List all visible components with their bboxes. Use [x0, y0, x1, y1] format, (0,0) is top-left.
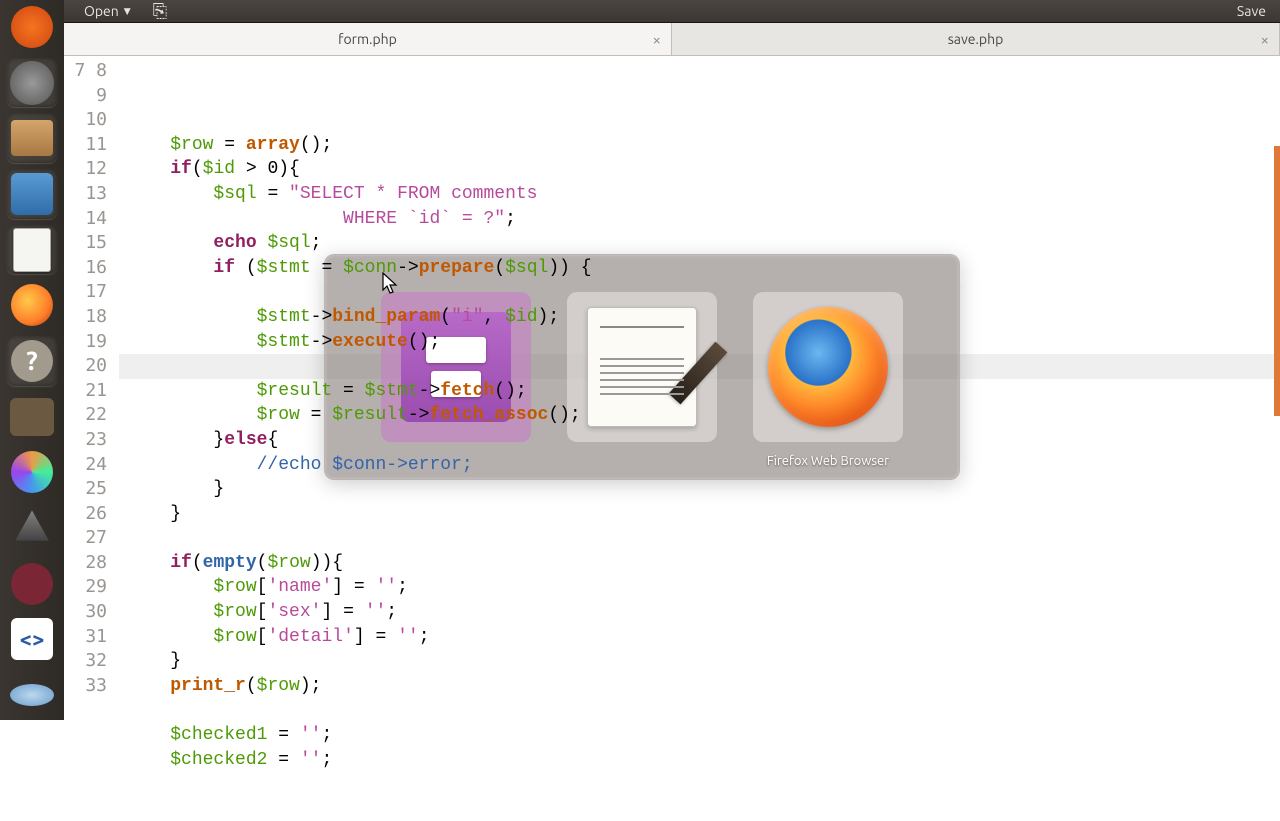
- color-icon: [11, 451, 53, 493]
- launcher-dolphin[interactable]: [7, 169, 57, 219]
- chevron-down-icon: ▼: [124, 6, 131, 17]
- launcher-inkscape[interactable]: [7, 503, 57, 553]
- dolphin-icon: [11, 173, 53, 215]
- launcher-gimp[interactable]: [7, 392, 57, 442]
- launcher-help[interactable]: ?: [7, 336, 57, 386]
- gimp-icon: [10, 398, 54, 436]
- inkscape-icon: [11, 507, 53, 549]
- ubuntu-icon: [11, 6, 53, 48]
- launcher-bluefish[interactable]: <>: [7, 615, 57, 665]
- close-icon[interactable]: ×: [1261, 31, 1269, 48]
- line-number-gutter: 7 8 9 10 11 12 13 14 15 16 17 18 19 20 2…: [64, 56, 119, 720]
- new-document-button[interactable]: ⎘: [153, 1, 167, 22]
- gear-icon: [10, 61, 54, 105]
- launcher-firefox[interactable]: [7, 280, 57, 330]
- bluefish-icon: <>: [11, 618, 53, 660]
- firefox-icon: [11, 284, 53, 326]
- editor-toolbar: Open ▼ ⎘ Save: [64, 0, 1280, 23]
- launcher-settings[interactable]: [7, 58, 57, 108]
- editor-tabs: form.php × save.php ×: [64, 23, 1280, 56]
- text-editor-icon: [13, 228, 51, 272]
- open-label: Open: [84, 3, 119, 19]
- launcher-disc[interactable]: [7, 670, 57, 720]
- launcher-color[interactable]: [7, 448, 57, 498]
- disc-icon: [10, 684, 54, 706]
- code-content: $row = array(); if($id > 0){ $sql = "SEL…: [127, 108, 1280, 772]
- launcher-files[interactable]: [7, 113, 57, 163]
- tab-label: save.php: [948, 31, 1004, 47]
- tab-save-php[interactable]: save.php ×: [672, 23, 1280, 55]
- code-area[interactable]: $row = array(); if($id > 0){ $sql = "SEL…: [119, 56, 1280, 720]
- tab-label: form.php: [338, 31, 397, 47]
- launcher-wine[interactable]: [7, 559, 57, 609]
- help-icon: ?: [11, 340, 53, 382]
- wine-icon: [11, 563, 53, 605]
- launcher-text-editor[interactable]: [7, 225, 57, 275]
- tab-form-php[interactable]: form.php ×: [64, 23, 672, 55]
- close-icon[interactable]: ×: [653, 31, 661, 48]
- code-editor[interactable]: 7 8 9 10 11 12 13 14 15 16 17 18 19 20 2…: [64, 56, 1280, 720]
- files-icon: [11, 120, 53, 156]
- open-button[interactable]: Open ▼: [74, 0, 141, 22]
- launcher-ubuntu[interactable]: [7, 2, 57, 52]
- unity-launcher: ? <>: [0, 0, 64, 720]
- save-button[interactable]: Save: [1223, 0, 1280, 22]
